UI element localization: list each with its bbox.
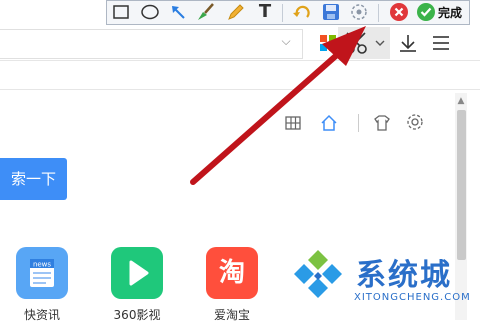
brush-icon[interactable] bbox=[195, 1, 217, 23]
tile-video-icon[interactable] bbox=[111, 247, 163, 299]
divider bbox=[282, 4, 283, 22]
menu-icon[interactable] bbox=[428, 32, 454, 54]
arrow-tool-icon[interactable] bbox=[167, 1, 189, 23]
scroll-up-icon[interactable]: ▲ bbox=[455, 95, 467, 107]
tile-video-label[interactable]: 360影视 bbox=[97, 306, 177, 323]
close-circle-icon[interactable] bbox=[388, 1, 410, 23]
divider bbox=[358, 114, 359, 132]
address-field[interactable] bbox=[0, 29, 303, 59]
divider bbox=[378, 4, 379, 22]
watermark-text: 系统城 bbox=[356, 258, 452, 293]
download-icon[interactable] bbox=[396, 32, 420, 54]
tile-news-label[interactable]: 快资讯 bbox=[2, 306, 82, 323]
watermark-url: XITONGCHENG.COM bbox=[354, 292, 471, 303]
pencil-icon[interactable] bbox=[225, 1, 247, 23]
search-button[interactable]: 索一下 bbox=[0, 158, 67, 200]
undo-icon[interactable] bbox=[291, 1, 313, 23]
watermark-logo-icon bbox=[286, 246, 350, 306]
home-icon[interactable] bbox=[319, 113, 339, 133]
skin-icon[interactable] bbox=[372, 113, 392, 133]
scroll-thumb[interactable] bbox=[457, 110, 466, 260]
rectangle-icon[interactable] bbox=[110, 1, 132, 23]
taobao-glyph: 淘 bbox=[218, 258, 245, 288]
ellipse-icon[interactable] bbox=[139, 1, 161, 23]
tile-taobao-label[interactable]: 爱淘宝 bbox=[192, 306, 272, 323]
save-icon[interactable] bbox=[320, 1, 342, 23]
news-badge: news bbox=[33, 261, 51, 269]
apps-icon[interactable] bbox=[318, 33, 338, 53]
settings-icon[interactable] bbox=[405, 112, 425, 132]
bookmarks-bar bbox=[0, 61, 480, 90]
grid-icon[interactable] bbox=[284, 114, 302, 132]
scissors-icon bbox=[345, 32, 385, 54]
mosaic-icon[interactable] bbox=[348, 1, 370, 23]
done-check-icon[interactable] bbox=[415, 1, 437, 23]
scissors-button[interactable] bbox=[338, 27, 390, 59]
text-tool-icon[interactable]: T bbox=[254, 1, 276, 23]
tile-news-icon[interactable]: news bbox=[16, 247, 68, 299]
chevron-down-icon[interactable]: ⌵ bbox=[276, 34, 296, 52]
tile-taobao-icon[interactable]: 淘 bbox=[206, 247, 258, 299]
done-button[interactable]: 完成 bbox=[438, 4, 462, 21]
text-tool-glyph: T bbox=[258, 1, 272, 22]
